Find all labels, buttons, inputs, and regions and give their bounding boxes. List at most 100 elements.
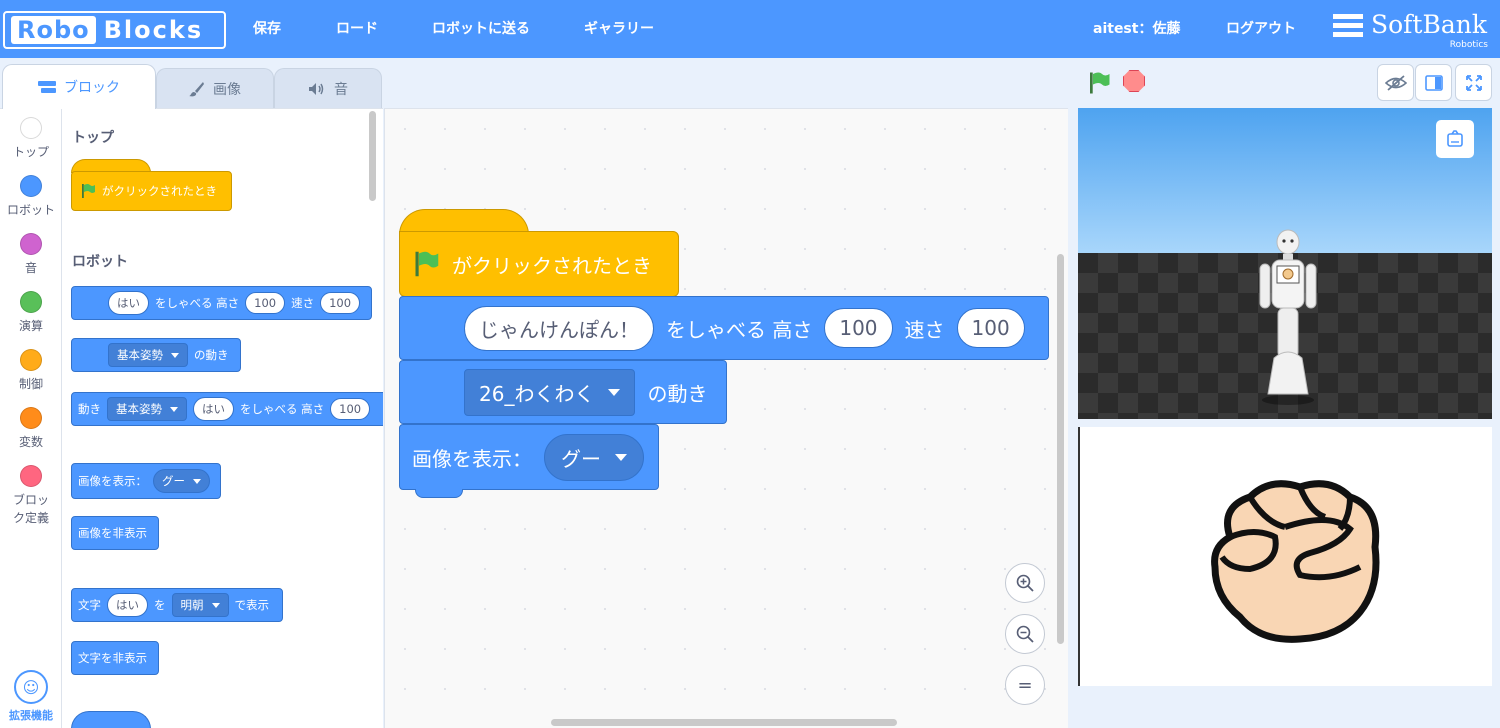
logout-button[interactable]: ログアウト bbox=[1226, 0, 1296, 58]
palette-say-label: をしゃべる 高さ bbox=[155, 296, 240, 310]
palette-partial-block[interactable] bbox=[71, 711, 151, 728]
palette-show-image-label: 画像を表示： bbox=[78, 474, 147, 488]
palette-motion-dropdown[interactable]: 基本姿勢 bbox=[108, 343, 188, 367]
palette-show-image-dropdown[interactable]: グー bbox=[153, 469, 210, 493]
speaker-icon bbox=[309, 82, 324, 95]
category-variables[interactable]: 変数 bbox=[0, 407, 62, 450]
palette-scrollbar[interactable] bbox=[369, 111, 376, 201]
workspace-say-speed-input[interactable]: 100 bbox=[956, 308, 1025, 348]
zoom-in-button[interactable] bbox=[1005, 563, 1045, 603]
script-workspace[interactable]: がクリックされたとき じゃんけんぽん！ をしゃべる 高さ 100 速さ 100 … bbox=[384, 108, 1068, 728]
extensions-button[interactable]: ☺ 拡張機能 bbox=[0, 668, 62, 728]
palette-font-value: 明朝 bbox=[180, 598, 204, 612]
workspace-motion-dropdown[interactable]: 26_わくわく bbox=[464, 368, 636, 416]
stop-button[interactable] bbox=[1123, 70, 1145, 92]
zoom-out-button[interactable] bbox=[1005, 614, 1045, 654]
palette-motion-block[interactable]: 基本姿勢 の動き bbox=[71, 338, 241, 372]
palette-show-text-input[interactable]: はい bbox=[107, 593, 148, 617]
fullscreen-button[interactable] bbox=[1455, 64, 1492, 101]
workspace-say-height-input[interactable]: 100 bbox=[824, 308, 893, 348]
category-variables-dot bbox=[20, 407, 42, 429]
palette-font-dropdown[interactable]: 明朝 bbox=[171, 593, 229, 617]
dropdown-caret-icon bbox=[608, 388, 621, 396]
category-sound-label: 音 bbox=[24, 261, 37, 275]
palette-say-height-input[interactable]: 100 bbox=[245, 292, 286, 314]
camera-reset-button[interactable] bbox=[1436, 120, 1474, 158]
green-flag-icon bbox=[1090, 72, 1110, 94]
palette-hide-image-block[interactable]: 画像を非表示 bbox=[71, 516, 159, 550]
category-control-dot bbox=[20, 349, 42, 371]
palette-motion-say-dropdown[interactable]: 基本姿勢 bbox=[107, 397, 187, 421]
category-top[interactable]: トップ bbox=[0, 117, 62, 160]
small-stage-button[interactable] bbox=[1415, 64, 1452, 101]
palette-show-image-block[interactable]: 画像を表示： グー bbox=[71, 463, 221, 499]
category-robot[interactable]: ロボット bbox=[0, 175, 62, 218]
category-my-blocks-label: ブロック定義 bbox=[12, 493, 49, 525]
palette-hide-text-block[interactable]: 文字を非表示 bbox=[71, 641, 159, 675]
category-robot-dot bbox=[20, 175, 42, 197]
category-sound[interactable]: 音 bbox=[0, 233, 62, 276]
save-menu[interactable]: 保存 bbox=[253, 0, 281, 58]
block-palette: トップ がクリックされたとき ロボット はい をしゃべる 高さ 100 速さ 1… bbox=[62, 108, 383, 728]
workspace-say-block[interactable]: じゃんけんぽん！ をしゃべる 高さ 100 速さ 100 bbox=[399, 296, 1049, 360]
app-logo[interactable]: Robo Blocks bbox=[3, 11, 226, 49]
tab-sounds-label: 音 bbox=[334, 81, 348, 98]
green-flag-button[interactable] bbox=[1086, 71, 1112, 99]
palette-motion-say-block[interactable]: 動き 基本姿勢 はい をしゃべる 高さ 100 bbox=[71, 392, 383, 426]
category-control-label: 制御 bbox=[18, 377, 43, 391]
workspace-say-text-input[interactable]: じゃんけんぽん！ bbox=[464, 305, 654, 351]
send-to-robot-menu[interactable]: ロボットに送る bbox=[432, 0, 530, 58]
fullscreen-icon bbox=[1465, 74, 1482, 91]
camera-icon bbox=[1447, 130, 1463, 147]
palette-say-block[interactable]: はい をしゃべる 高さ 100 速さ 100 bbox=[71, 286, 372, 320]
workspace-when-flag-clicked-block[interactable]: がクリックされたとき bbox=[399, 231, 679, 297]
tab-sounds[interactable]: 音 bbox=[274, 68, 382, 108]
category-variables-label: 変数 bbox=[18, 435, 43, 449]
workspace-motion-block[interactable]: 26_わくわく の動き bbox=[399, 360, 727, 424]
category-robot-label: ロボット bbox=[6, 203, 55, 217]
zoom-reset-button[interactable]: = bbox=[1005, 665, 1045, 705]
tab-blocks[interactable]: ブロック bbox=[2, 64, 156, 109]
brand-sub: Robotics bbox=[1449, 40, 1488, 50]
robot-tablet-display bbox=[1078, 427, 1492, 686]
logo-blocks: Blocks bbox=[103, 16, 204, 44]
workspace-show-image-value: グー bbox=[561, 446, 601, 471]
tab-images-label: 画像 bbox=[213, 81, 241, 98]
load-menu[interactable]: ロード bbox=[336, 0, 378, 58]
palette-show-text-label1: を bbox=[154, 598, 166, 612]
extensions-label: 拡張機能 bbox=[9, 709, 53, 722]
palette-motion-say-height-input[interactable]: 100 bbox=[330, 398, 371, 420]
palette-say-speed-input[interactable]: 100 bbox=[320, 292, 361, 314]
tab-images[interactable]: 画像 bbox=[156, 68, 274, 108]
dropdown-caret-icon bbox=[170, 406, 178, 412]
blocks-icon bbox=[38, 81, 56, 93]
palette-motion-say-text-input[interactable]: はい bbox=[193, 397, 234, 421]
logo-robo: Robo bbox=[11, 16, 96, 44]
workspace-when-flag-label: がクリックされたとき bbox=[452, 253, 652, 278]
category-my-blocks[interactable]: ブロック定義 bbox=[0, 465, 62, 527]
toggle-visibility-button[interactable] bbox=[1377, 64, 1414, 101]
workspace-motion-value: 26_わくわく bbox=[479, 381, 595, 406]
workspace-vertical-scrollbar[interactable] bbox=[1057, 254, 1064, 644]
workspace-show-image-dropdown[interactable]: グー bbox=[544, 433, 644, 481]
palette-show-text-block[interactable]: 文字 はい を 明朝 で表示 bbox=[71, 588, 283, 622]
category-operators[interactable]: 演算 bbox=[0, 291, 62, 334]
palette-section-top: トップ bbox=[72, 130, 114, 146]
user-name: aitest：佐藤 bbox=[1093, 21, 1181, 37]
robot-3d-stage[interactable] bbox=[1078, 108, 1492, 419]
category-control[interactable]: 制御 bbox=[0, 349, 62, 392]
brand-bars-icon bbox=[1333, 14, 1363, 41]
workspace-motion-label: の動き bbox=[647, 381, 708, 406]
eye-slash-icon bbox=[1384, 74, 1407, 91]
palette-motion-say-value: 基本姿勢 bbox=[116, 402, 162, 416]
palette-hide-image-label: 画像を非表示 bbox=[78, 526, 147, 540]
workspace-show-image-block[interactable]: 画像を表示： グー bbox=[399, 424, 659, 490]
workspace-horizontal-scrollbar[interactable] bbox=[551, 719, 897, 726]
dropdown-caret-icon bbox=[193, 478, 201, 484]
palette-when-flag-clicked-block[interactable]: がクリックされたとき bbox=[71, 171, 232, 211]
tab-blocks-label: ブロック bbox=[64, 80, 120, 96]
palette-say-text-input[interactable]: はい bbox=[108, 291, 149, 315]
palette-motion-say-label1: をしゃべる 高さ bbox=[240, 402, 325, 416]
gallery-menu[interactable]: ギャラリー bbox=[584, 0, 654, 58]
zoom-reset-label: = bbox=[1017, 674, 1033, 696]
